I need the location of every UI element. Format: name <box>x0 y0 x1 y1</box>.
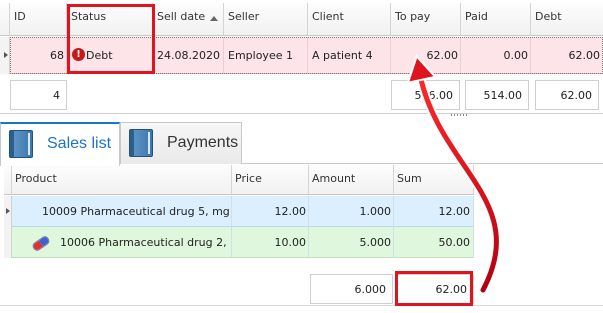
divider <box>0 305 603 306</box>
row-selector[interactable] <box>0 37 10 74</box>
footer-count: 4 <box>10 80 67 110</box>
cell-price[interactable]: 10.00 <box>232 227 309 258</box>
footer-debt-total: 62.00 <box>535 80 599 110</box>
pill-icon <box>31 234 51 253</box>
col-header-sell-date-label: Sell date <box>157 10 206 23</box>
tab-payments[interactable]: Payments <box>120 122 242 164</box>
col-header-product[interactable]: Product <box>12 165 232 195</box>
row-indicator-header <box>4 165 12 195</box>
book-icon <box>129 129 153 157</box>
tab-sales-list-label: Sales list <box>47 135 112 152</box>
cell-id[interactable]: 68 <box>10 37 67 74</box>
row-indicator-header <box>0 3 10 36</box>
cell-debt[interactable]: 62.00 <box>531 37 603 74</box>
cell-sell-date[interactable]: 24.08.2020 <box>153 37 224 74</box>
row-selector[interactable] <box>4 196 12 227</box>
cell-seller[interactable]: Employee 1 <box>224 37 308 74</box>
col-header-paid[interactable]: Paid <box>461 3 531 36</box>
col-header-price[interactable]: Price <box>232 165 309 195</box>
col-header-debt[interactable]: Debt <box>531 3 603 36</box>
sort-ascending-icon <box>210 16 218 21</box>
current-row-icon <box>6 208 10 214</box>
book-icon <box>9 130 33 158</box>
tab-payments-label: Payments <box>167 134 239 151</box>
cell-price[interactable]: 12.00 <box>232 196 309 227</box>
cell-product-label: 10006 Pharmaceutical drug 2, ml <box>60 236 232 249</box>
cell-client[interactable]: A patient 4 <box>308 37 391 74</box>
cell-product[interactable]: 10006 Pharmaceutical drug 2, ml <box>12 227 232 258</box>
curved-arrow-icon <box>406 54 501 295</box>
tab-sales-list[interactable]: Sales list <box>0 122 120 166</box>
col-header-sell-date[interactable]: Sell date <box>153 3 224 36</box>
col-header-to-pay[interactable]: To pay <box>391 3 461 36</box>
current-row-icon <box>4 52 8 58</box>
row-selector[interactable] <box>4 227 12 258</box>
col-header-client[interactable]: Client <box>308 3 391 36</box>
col-header-id[interactable]: ID <box>10 3 67 36</box>
status-highlight-frame <box>67 4 155 74</box>
col-header-seller[interactable]: Seller <box>224 3 308 36</box>
cell-product[interactable]: 10009 Pharmaceutical drug 5, mg <box>12 196 232 227</box>
